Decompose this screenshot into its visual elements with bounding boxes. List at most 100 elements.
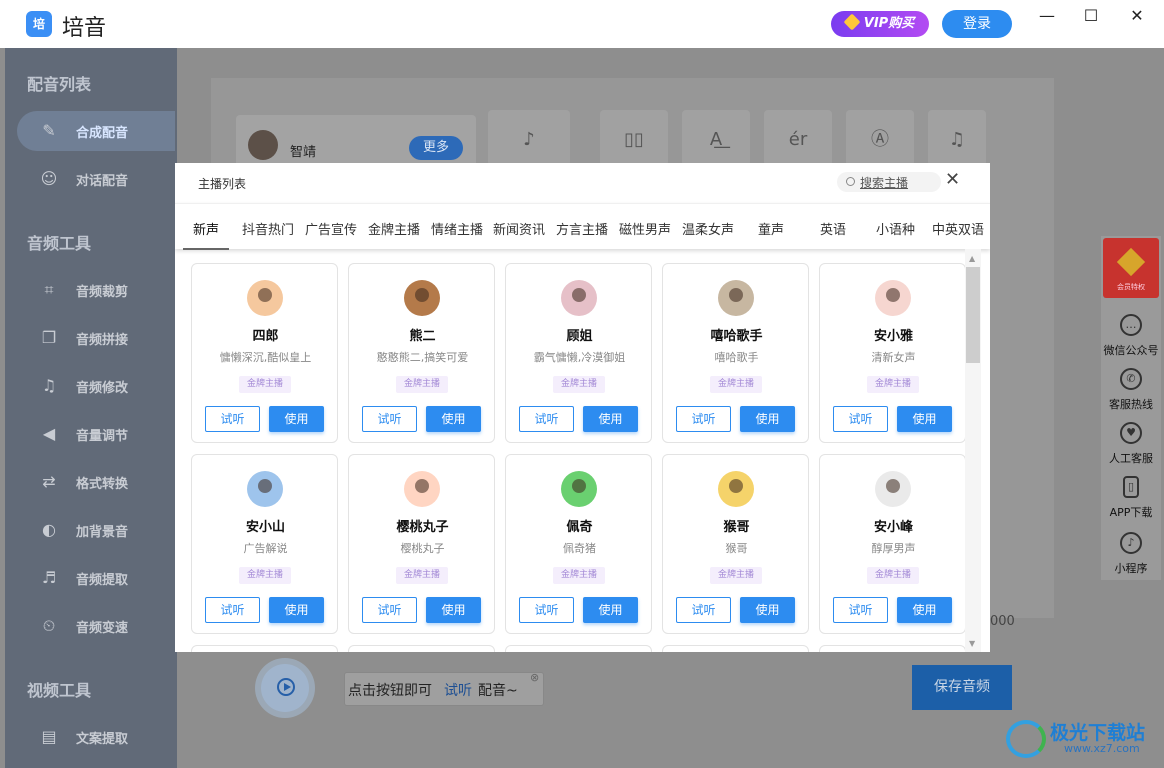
scroll-up-icon[interactable]: ▲ [969, 254, 975, 263]
customer-service-button[interactable]: ♥ 人工客服 [1101, 422, 1161, 466]
sidebar-item-volume[interactable]: ◀ 音量调节 [17, 414, 175, 454]
use-button[interactable]: 使用 [740, 406, 795, 432]
anchor-card[interactable]: 安小峰 醇厚男声 金牌主播 试听 使用 [819, 454, 966, 634]
anchor-card[interactable]: 猴哥 猴哥 金牌主播 试听 使用 [662, 454, 809, 634]
tab-dialect[interactable]: 方言主播 [556, 219, 608, 238]
pause-insert-icon[interactable]: ▯▯ [600, 110, 668, 166]
sidebar-item-dialogue[interactable]: ☺ 对话配音 [17, 159, 175, 199]
listen-button[interactable]: 试听 [519, 406, 574, 432]
anchor-card-partial[interactable] [348, 645, 495, 652]
sidebar-item-label: 音量调节 [76, 429, 129, 444]
close-icon[interactable]: ✕ [945, 170, 960, 190]
app-download-button[interactable]: ▯ APP下载 [1101, 476, 1161, 520]
anchor-card[interactable]: 佩奇 佩奇猪 金牌主播 试听 使用 [505, 454, 652, 634]
hint-close-icon[interactable]: ⊗ [530, 671, 539, 684]
anchor-card-partial[interactable] [191, 645, 338, 652]
wechat-official-button[interactable]: … 微信公众号 [1101, 314, 1161, 358]
hint-listen-link[interactable]: 试听 [444, 680, 472, 700]
tab-douyin-hot[interactable]: 抖音热门 [242, 219, 294, 238]
volume-icon: ◀ [42, 424, 56, 443]
tab-bilingual[interactable]: 中英双语 [932, 219, 984, 238]
close-window-icon[interactable]: ✕ [1122, 6, 1152, 26]
use-button[interactable]: 使用 [740, 597, 795, 623]
anchor-card[interactable]: 顾姐 霸气慵懒,冷漠御姐 金牌主播 试听 使用 [505, 263, 652, 443]
watermark-logo-icon [1006, 720, 1046, 758]
avatar [875, 471, 911, 507]
sidebar-item-audio-crop[interactable]: ⌗ 音频裁剪 [17, 270, 175, 310]
search-anchor-link[interactable]: 搜索主播 [860, 174, 908, 191]
tab-advertising[interactable]: 广告宣传 [305, 219, 357, 238]
listen-button[interactable]: 试听 [362, 597, 417, 623]
sidebar-item-format-convert[interactable]: ⇄ 格式转换 [17, 462, 175, 502]
anchor-name: 熊二 [409, 329, 436, 344]
minimize-icon[interactable]: — [1032, 6, 1062, 26]
use-button[interactable]: 使用 [583, 406, 638, 432]
anchor-card[interactable]: 安小雅 清新女声 金牌主播 试听 使用 [819, 263, 966, 443]
listen-button[interactable]: 试听 [833, 597, 888, 623]
sidebar-item-text-extract[interactable]: ▤ 文案提取 [17, 717, 175, 757]
save-audio-button[interactable]: 保存音频 [912, 665, 1012, 710]
avatar [248, 130, 278, 160]
letter-a-icon[interactable]: Ⓐ [846, 110, 914, 166]
anchor-card-partial[interactable] [505, 645, 652, 652]
tab-news[interactable]: 新闻资讯 [493, 219, 545, 238]
sidebar-item-audio-speed[interactable]: ⏲ 音频变速 [17, 606, 175, 646]
use-button[interactable]: 使用 [269, 406, 324, 432]
anchor-card[interactable]: 樱桃丸子 樱桃丸子 金牌主播 试听 使用 [348, 454, 495, 634]
sidebar-item-audio-extract[interactable]: ♬ 音频提取 [17, 558, 175, 598]
tab-gold-anchor[interactable]: 金牌主播 [368, 219, 420, 238]
anchor-card-partial[interactable] [662, 645, 809, 652]
vip-privilege-label: 会员特权 [1117, 283, 1145, 291]
scroll-down-icon[interactable]: ▼ [969, 639, 975, 648]
anchor-card[interactable]: 嘻哈歌手 嘻哈歌手 金牌主播 试听 使用 [662, 263, 809, 443]
tab-english[interactable]: 英语 [820, 219, 846, 238]
use-button[interactable]: 使用 [426, 406, 481, 432]
use-button[interactable]: 使用 [426, 597, 481, 623]
sidebar-section-audio-tools: 音频工具 [27, 234, 92, 253]
tab-magnetic-male[interactable]: 磁性男声 [619, 219, 671, 238]
document-icon: ▤ [41, 727, 57, 746]
hotline-button[interactable]: ✆ 客服热线 [1101, 368, 1161, 412]
listen-button[interactable]: 试听 [205, 597, 260, 623]
hint-text-suffix: 配音~ [478, 683, 518, 699]
use-button[interactable]: 使用 [269, 597, 324, 623]
use-button[interactable]: 使用 [897, 406, 952, 432]
pinyin-icon[interactable]: ér [764, 110, 832, 166]
tab-gentle-female[interactable]: 温柔女声 [682, 219, 734, 238]
tab-minor-languages[interactable]: 小语种 [876, 219, 915, 238]
listen-button[interactable]: 试听 [676, 406, 731, 432]
sidebar-item-add-bgm[interactable]: ◐ 加背景音 [17, 510, 175, 550]
anchor-card[interactable]: 熊二 憨憨熊二,搞笑可爱 金牌主播 试听 使用 [348, 263, 495, 443]
more-voices-button[interactable]: 更多 [409, 136, 463, 160]
listen-button[interactable]: 试听 [519, 597, 574, 623]
music-note-icon[interactable]: ♪ [488, 110, 570, 166]
headphones-icon[interactable]: ♫ [928, 110, 986, 166]
tab-children[interactable]: 童声 [758, 219, 784, 238]
avatar [247, 471, 283, 507]
vip-privilege-button[interactable]: 会员特权 [1103, 238, 1159, 298]
listen-button[interactable]: 试听 [362, 406, 417, 432]
mini-program-button[interactable]: ♪ 小程序 [1101, 532, 1161, 576]
text-style-icon[interactable]: A͟ [682, 110, 750, 166]
sidebar-item-synthesis[interactable]: ✎ 合成配音 [17, 111, 175, 151]
sidebar-item-audio-edit[interactable]: ♫ 音频修改 [17, 366, 175, 406]
app-logo: 培 [26, 11, 52, 37]
use-button[interactable]: 使用 [583, 597, 638, 623]
maximize-icon[interactable]: ☐ [1076, 6, 1106, 26]
listen-button[interactable]: 试听 [676, 597, 731, 623]
anchor-card[interactable]: 安小山 广告解说 金牌主播 试听 使用 [191, 454, 338, 634]
anchor-card[interactable]: 四郎 慵懒深沉,酷似皇上 金牌主播 试听 使用 [191, 263, 338, 443]
avatar [718, 471, 754, 507]
play-button[interactable] [261, 664, 309, 712]
sidebar-item-audio-merge[interactable]: ❐ 音频拼接 [17, 318, 175, 358]
tab-new-voices[interactable]: 新声 [193, 219, 219, 238]
login-button[interactable]: 登录 [942, 10, 1012, 38]
scrollbar-thumb[interactable] [966, 267, 980, 363]
mini-program-icon: ♪ [1120, 532, 1142, 554]
listen-button[interactable]: 试听 [205, 406, 260, 432]
listen-button[interactable]: 试听 [833, 406, 888, 432]
vip-purchase-button[interactable]: VIP购买 [831, 11, 929, 37]
tab-emotion[interactable]: 情绪主播 [431, 219, 483, 238]
anchor-card-partial[interactable] [819, 645, 966, 652]
use-button[interactable]: 使用 [897, 597, 952, 623]
